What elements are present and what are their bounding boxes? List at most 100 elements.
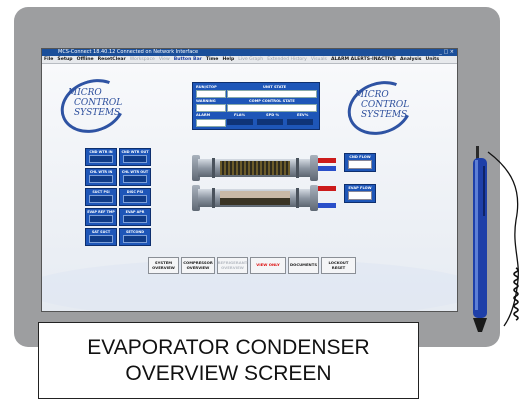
menu-item-live-graph[interactable]: Live Graph <box>238 57 263 62</box>
run-stop-field <box>196 90 226 98</box>
fla-label: FLA% <box>234 113 246 117</box>
sensor-button-setcond[interactable]: SETCOND <box>119 228 151 246</box>
menu-item-units[interactable]: Units <box>426 57 440 62</box>
sensor-label: EVAP APR <box>125 210 145 214</box>
sensor-button-disc-psi[interactable]: DISC PSI <box>119 188 151 206</box>
cnd-flow-value <box>348 160 372 169</box>
sensor-button-cnd-wtr-out[interactable]: CND WTR OUT <box>119 148 151 166</box>
logo-line2: CONTROL <box>74 98 123 108</box>
unit-state-field <box>227 90 317 98</box>
eev-label: EEV% <box>297 113 309 117</box>
menu-item-alarm-alerts-inactive[interactable]: ALARM ALERTS-INACTIVE <box>331 57 396 62</box>
condenser-outlet-pipe <box>318 158 336 163</box>
sensor-button-chl-wtr-out[interactable]: CHL WTR OUT <box>119 168 151 186</box>
menu-item-view[interactable]: View <box>159 57 170 62</box>
evap-flow-label: EVAP FLOW <box>348 186 372 190</box>
condenser-flow-indicator[interactable]: CND FLOW <box>344 153 376 172</box>
window-titlebar: MCS-Connect 18.40.12 Connected on Networ… <box>42 49 457 56</box>
sensor-label: CND WTR IN <box>89 150 113 154</box>
sensor-label: SETCOND <box>125 230 145 234</box>
sensor-value <box>123 175 147 183</box>
evaporator-outlet-pipe <box>318 186 336 191</box>
sensor-label: SAT SUCT <box>91 230 111 234</box>
nav-button-documents[interactable]: DOCUMENTS <box>288 257 319 274</box>
stylus-cord-icon <box>487 151 519 327</box>
evaporator-flow-indicator[interactable]: EVAP FLOW <box>344 184 376 203</box>
sensor-label: CHL WTR OUT <box>121 170 149 174</box>
spd-field <box>257 119 283 125</box>
unit-status-panel: RUN/STOP UNIT STATE WARNING COMP CONTROL… <box>192 82 320 130</box>
menu-bar: File Setup Offline ResetClear Workspace View B… <box>42 56 457 64</box>
condenser-tube-bundle <box>220 161 290 175</box>
caption-line2: OVERVIEW SCREEN <box>125 362 332 385</box>
run-stop-label: RUN/STOP <box>196 85 217 89</box>
menu-item-offline[interactable]: Offline <box>77 57 94 62</box>
micro-control-logo-left: MICRO CONTROL SYSTEMS <box>53 70 133 142</box>
sensor-button-suct-psi[interactable]: SUCT PSI <box>85 188 117 206</box>
sensor-value <box>123 215 147 223</box>
sensor-button-chl-wtr-in[interactable]: CHL WTR IN <box>85 168 117 186</box>
sensor-label: DISC PSI <box>126 190 144 194</box>
unit-state-label: UNIT STATE <box>263 85 287 89</box>
evaporator-inlet-pipe <box>318 203 336 208</box>
logo-line3: SYSTEMS <box>74 108 121 118</box>
sensor-label: SUCT PSI <box>92 190 110 194</box>
sensor-value <box>89 195 113 203</box>
nav-button-lockout-reset[interactable]: LOCKOUT RESET <box>321 257 356 274</box>
sensor-value <box>123 195 147 203</box>
fla-field <box>227 119 253 125</box>
evap-flow-value <box>348 191 372 200</box>
menu-item-analysis[interactable]: Analysis <box>400 57 422 62</box>
warning-field <box>196 104 226 112</box>
evaporator-tube-bundle <box>220 191 290 205</box>
nav-button-view-only[interactable]: VIEW ONLY <box>250 257 286 274</box>
sensor-label: CHL WTR IN <box>89 170 113 174</box>
micro-control-logo-right: MICRO CONTROL SYSTEMS <box>340 72 420 144</box>
nav-button-refrigerant-overview[interactable]: REFRIGERANT OVERVIEW <box>217 257 248 274</box>
window-controls[interactable]: _ □ × <box>439 49 454 56</box>
sensor-button-cnd-wtr-in[interactable]: CND WTR IN <box>85 148 117 166</box>
sensor-label: EVAP REF TMP <box>87 210 115 214</box>
caption-line1: EVAPORATOR CONDENSER <box>87 336 370 359</box>
window-title: MCS-Connect 18.40.12 Connected on Networ… <box>58 49 199 55</box>
cnd-flow-label: CND FLOW <box>349 155 371 159</box>
sensor-button-sat-suct[interactable]: SAT SUCT <box>85 228 117 246</box>
figure-caption: EVAPORATOR CONDENSER OVERVIEW SCREEN <box>38 335 419 387</box>
menu-item-visuals[interactable]: Visuals <box>311 57 327 62</box>
menu-item-time[interactable]: Time <box>206 57 219 62</box>
sensor-value <box>89 175 113 183</box>
menu-item-button-bar[interactable]: Button Bar <box>174 57 202 62</box>
menu-item-help[interactable]: Help <box>222 57 234 62</box>
sensor-value <box>89 235 113 243</box>
comp-control-state-field <box>227 104 317 112</box>
nav-button-system-overview[interactable]: SYSTEM OVERVIEW <box>148 257 179 274</box>
app-window: MCS-Connect 18.40.12 Connected on Networ… <box>41 48 458 312</box>
spd-label: SPD % <box>266 113 280 117</box>
condenser-inlet-pipe <box>318 166 336 171</box>
logo-line2: CONTROL <box>361 100 410 110</box>
sensor-value <box>89 155 113 163</box>
sensor-label: CND WTR OUT <box>121 150 149 154</box>
nav-button-compressor-overview[interactable]: COMPRESSOR OVERVIEW <box>181 257 215 274</box>
menu-item-extended-history[interactable]: Extended History <box>267 57 307 62</box>
menu-item-workspace[interactable]: Workspace <box>130 57 155 62</box>
evaporator-vessel <box>192 185 318 211</box>
condenser-vessel <box>192 155 318 181</box>
logo-line1: MICRO <box>355 90 389 100</box>
sensor-value <box>123 155 147 163</box>
menu-item-file[interactable]: File <box>44 57 53 62</box>
sensor-value <box>123 235 147 243</box>
main-content: MICRO CONTROL SYSTEMS MICRO CONTROL SYST… <box>42 64 457 311</box>
logo-line3: SYSTEMS <box>361 110 408 120</box>
eev-field <box>287 119 313 125</box>
alarm-field <box>196 119 226 127</box>
sensor-value <box>89 215 113 223</box>
comp-control-state-label: COMP CONTROL STATE <box>249 99 295 103</box>
alarm-label: ALARM <box>196 113 211 117</box>
menu-item-setup[interactable]: Setup <box>57 57 72 62</box>
logo-line1: MICRO <box>68 88 102 98</box>
menu-item-resetclear[interactable]: ResetClear <box>98 57 126 62</box>
warning-label: WARNING <box>196 99 216 103</box>
sensor-button-evap-ref-tmp[interactable]: EVAP REF TMP <box>85 208 117 226</box>
sensor-button-evap-apr[interactable]: EVAP APR <box>119 208 151 226</box>
